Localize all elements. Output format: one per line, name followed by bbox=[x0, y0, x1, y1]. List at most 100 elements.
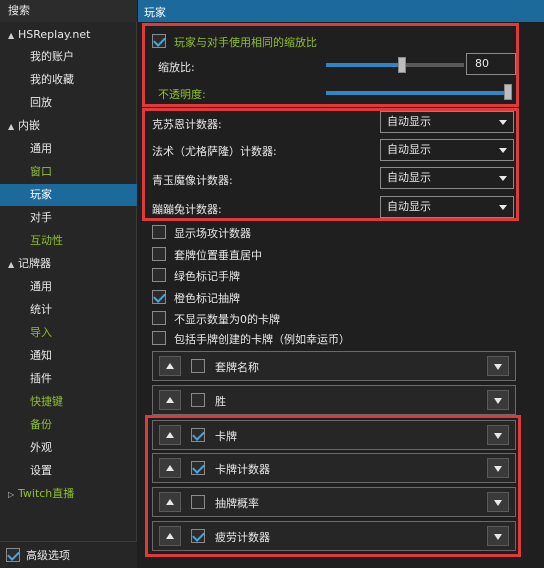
hide-zero-count-checkbox[interactable] bbox=[152, 311, 166, 325]
move-up-button[interactable] bbox=[159, 458, 181, 478]
move-up-button[interactable] bbox=[159, 526, 181, 546]
move-up-button[interactable] bbox=[159, 425, 181, 445]
pogo-hopper-counter-select[interactable]: 自动显示 bbox=[380, 196, 514, 218]
jade-golem-counter-label: 青玉魔像计数器: bbox=[152, 174, 233, 187]
sidebar-item-label: 插件 bbox=[30, 372, 52, 385]
spell-counter-select[interactable]: 自动显示 bbox=[380, 139, 514, 161]
panel-row-card-counter[interactable]: 卡牌计数器 bbox=[152, 453, 516, 483]
sidebar: 搜索 ▲ HSReplay.net 我的账户 我的收藏 回放 ▲ 内嵌 通用 窗口 … bbox=[0, 0, 137, 568]
advanced-options-checkbox[interactable] bbox=[6, 548, 20, 562]
center-deck-checkbox[interactable] bbox=[152, 247, 166, 261]
cards-checkbox[interactable] bbox=[191, 428, 205, 442]
highlight-hand-label: 绿色标记手牌 bbox=[174, 270, 240, 283]
move-down-button[interactable] bbox=[487, 458, 509, 478]
collapse-triangle-icon[interactable]: ▲ bbox=[8, 116, 18, 138]
sidebar-item-appearance[interactable]: 外观 bbox=[0, 437, 137, 459]
sidebar-item-label: 外观 bbox=[30, 441, 52, 454]
sidebar-item-backups[interactable]: 备份 bbox=[0, 414, 137, 436]
cthun-counter-label: 克苏恩计数器: bbox=[152, 118, 222, 131]
collapse-triangle-icon[interactable]: ▲ bbox=[8, 25, 18, 47]
scale-slider-thumb[interactable] bbox=[397, 57, 406, 73]
move-up-button[interactable] bbox=[159, 390, 181, 410]
sidebar-item-search[interactable]: 搜索 bbox=[0, 0, 137, 22]
panel-row-draw-chances[interactable]: 抽牌概率 bbox=[152, 487, 516, 517]
wins-checkbox[interactable] bbox=[191, 393, 205, 407]
move-down-button[interactable] bbox=[487, 390, 509, 410]
sidebar-group-overlay[interactable]: ▲ 内嵌 bbox=[0, 115, 137, 137]
center-deck-label: 套牌位置垂直居中 bbox=[174, 249, 262, 262]
sidebar-item-label: HSReplay.net bbox=[18, 28, 91, 41]
panel-row-wins[interactable]: 胜 bbox=[152, 385, 516, 415]
include-created-checkbox[interactable] bbox=[152, 331, 166, 345]
sidebar-group-tracker[interactable]: ▲ 记牌器 bbox=[0, 253, 137, 275]
arrow-up-icon bbox=[166, 465, 174, 471]
sidebar-item-tracker-general[interactable]: 通用 bbox=[0, 276, 137, 298]
cthun-counter-select[interactable]: 自动显示 bbox=[380, 111, 514, 133]
chevron-down-icon bbox=[499, 176, 507, 181]
move-down-button[interactable] bbox=[487, 425, 509, 445]
board-attack-checkbox[interactable] bbox=[152, 225, 166, 239]
move-up-button[interactable] bbox=[159, 492, 181, 512]
card-counter-checkbox[interactable] bbox=[191, 461, 205, 475]
sidebar-item-import[interactable]: 导入 bbox=[0, 322, 137, 344]
highlight-drawn-checkbox[interactable] bbox=[152, 290, 166, 304]
move-down-button[interactable] bbox=[487, 492, 509, 512]
sidebar-item-player[interactable]: 玩家 bbox=[0, 184, 137, 206]
cthun-counter-value: 自动显示 bbox=[387, 115, 431, 128]
sidebar-item-windows[interactable]: 窗口 bbox=[0, 161, 137, 183]
arrow-up-icon bbox=[166, 363, 174, 369]
panel-row-deck-title[interactable]: 套牌名称 bbox=[152, 351, 516, 381]
sidebar-item-label: Twitch直播 bbox=[18, 487, 75, 500]
sidebar-item-label: 互动性 bbox=[30, 234, 63, 247]
sidebar-item-overlay-general[interactable]: 通用 bbox=[0, 138, 137, 160]
sidebar-item-opponent[interactable]: 对手 bbox=[0, 207, 137, 229]
scale-slider[interactable] bbox=[326, 63, 464, 67]
board-attack-label: 显示场攻计数器 bbox=[174, 227, 251, 240]
scale-value-input[interactable]: 80 bbox=[466, 53, 516, 75]
page-title: 玩家 bbox=[144, 6, 166, 19]
move-up-button[interactable] bbox=[159, 356, 181, 376]
arrow-down-icon bbox=[494, 466, 502, 472]
move-down-button[interactable] bbox=[487, 356, 509, 376]
same-scale-checkbox[interactable] bbox=[152, 34, 166, 48]
panel-row-cards[interactable]: 卡牌 bbox=[152, 420, 516, 450]
deck-title-label: 套牌名称 bbox=[215, 361, 259, 374]
pogo-hopper-counter-value: 自动显示 bbox=[387, 200, 431, 213]
sidebar-item-label: 玩家 bbox=[30, 188, 52, 201]
sidebar-item-label: 内嵌 bbox=[18, 119, 40, 132]
sidebar-item-plugins[interactable]: 插件 bbox=[0, 368, 137, 390]
arrow-down-icon bbox=[494, 433, 502, 439]
collapse-triangle-icon[interactable]: ▲ bbox=[8, 254, 18, 276]
sidebar-group-hsreplay[interactable]: ▲ HSReplay.net bbox=[0, 24, 137, 46]
sidebar-item-label: 对手 bbox=[30, 211, 52, 224]
fatigue-counter-checkbox[interactable] bbox=[191, 529, 205, 543]
expand-triangle-icon[interactable]: ▷ bbox=[8, 484, 18, 506]
sidebar-item-interactivity[interactable]: 互动性 bbox=[0, 230, 137, 252]
sidebar-item-notifications[interactable]: 通知 bbox=[0, 345, 137, 367]
panel-row-fatigue-counter[interactable]: 疲劳计数器 bbox=[152, 521, 516, 551]
fatigue-counter-label: 疲劳计数器 bbox=[215, 531, 270, 544]
arrow-up-icon bbox=[166, 397, 174, 403]
sidebar-item-label: 通用 bbox=[30, 142, 52, 155]
move-down-button[interactable] bbox=[487, 526, 509, 546]
opacity-slider[interactable] bbox=[326, 91, 512, 95]
sidebar-item-label: 快捷键 bbox=[30, 395, 63, 408]
card-counter-label: 卡牌计数器 bbox=[215, 463, 270, 476]
opacity-slider-thumb[interactable] bbox=[504, 84, 512, 100]
sidebar-item-settings[interactable]: 设置 bbox=[0, 460, 137, 482]
sidebar-item-my-collection[interactable]: 我的收藏 bbox=[0, 69, 137, 91]
sidebar-item-hotkeys[interactable]: 快捷键 bbox=[0, 391, 137, 413]
sidebar-item-label: 通知 bbox=[30, 349, 52, 362]
sidebar-group-twitch[interactable]: ▷ Twitch直播 bbox=[0, 483, 137, 505]
sidebar-item-label: 备份 bbox=[30, 418, 52, 431]
sidebar-item-label: 导入 bbox=[30, 326, 52, 339]
hide-zero-count-label: 不显示数量为0的卡牌 bbox=[174, 313, 280, 326]
sidebar-item-my-account[interactable]: 我的账户 bbox=[0, 46, 137, 68]
scale-slider-fill bbox=[326, 63, 402, 67]
deck-title-checkbox[interactable] bbox=[191, 359, 205, 373]
sidebar-item-stats[interactable]: 统计 bbox=[0, 299, 137, 321]
highlight-hand-checkbox[interactable] bbox=[152, 268, 166, 282]
draw-chances-checkbox[interactable] bbox=[191, 495, 205, 509]
jade-golem-counter-select[interactable]: 自动显示 bbox=[380, 167, 514, 189]
sidebar-item-replays[interactable]: 回放 bbox=[0, 92, 137, 114]
